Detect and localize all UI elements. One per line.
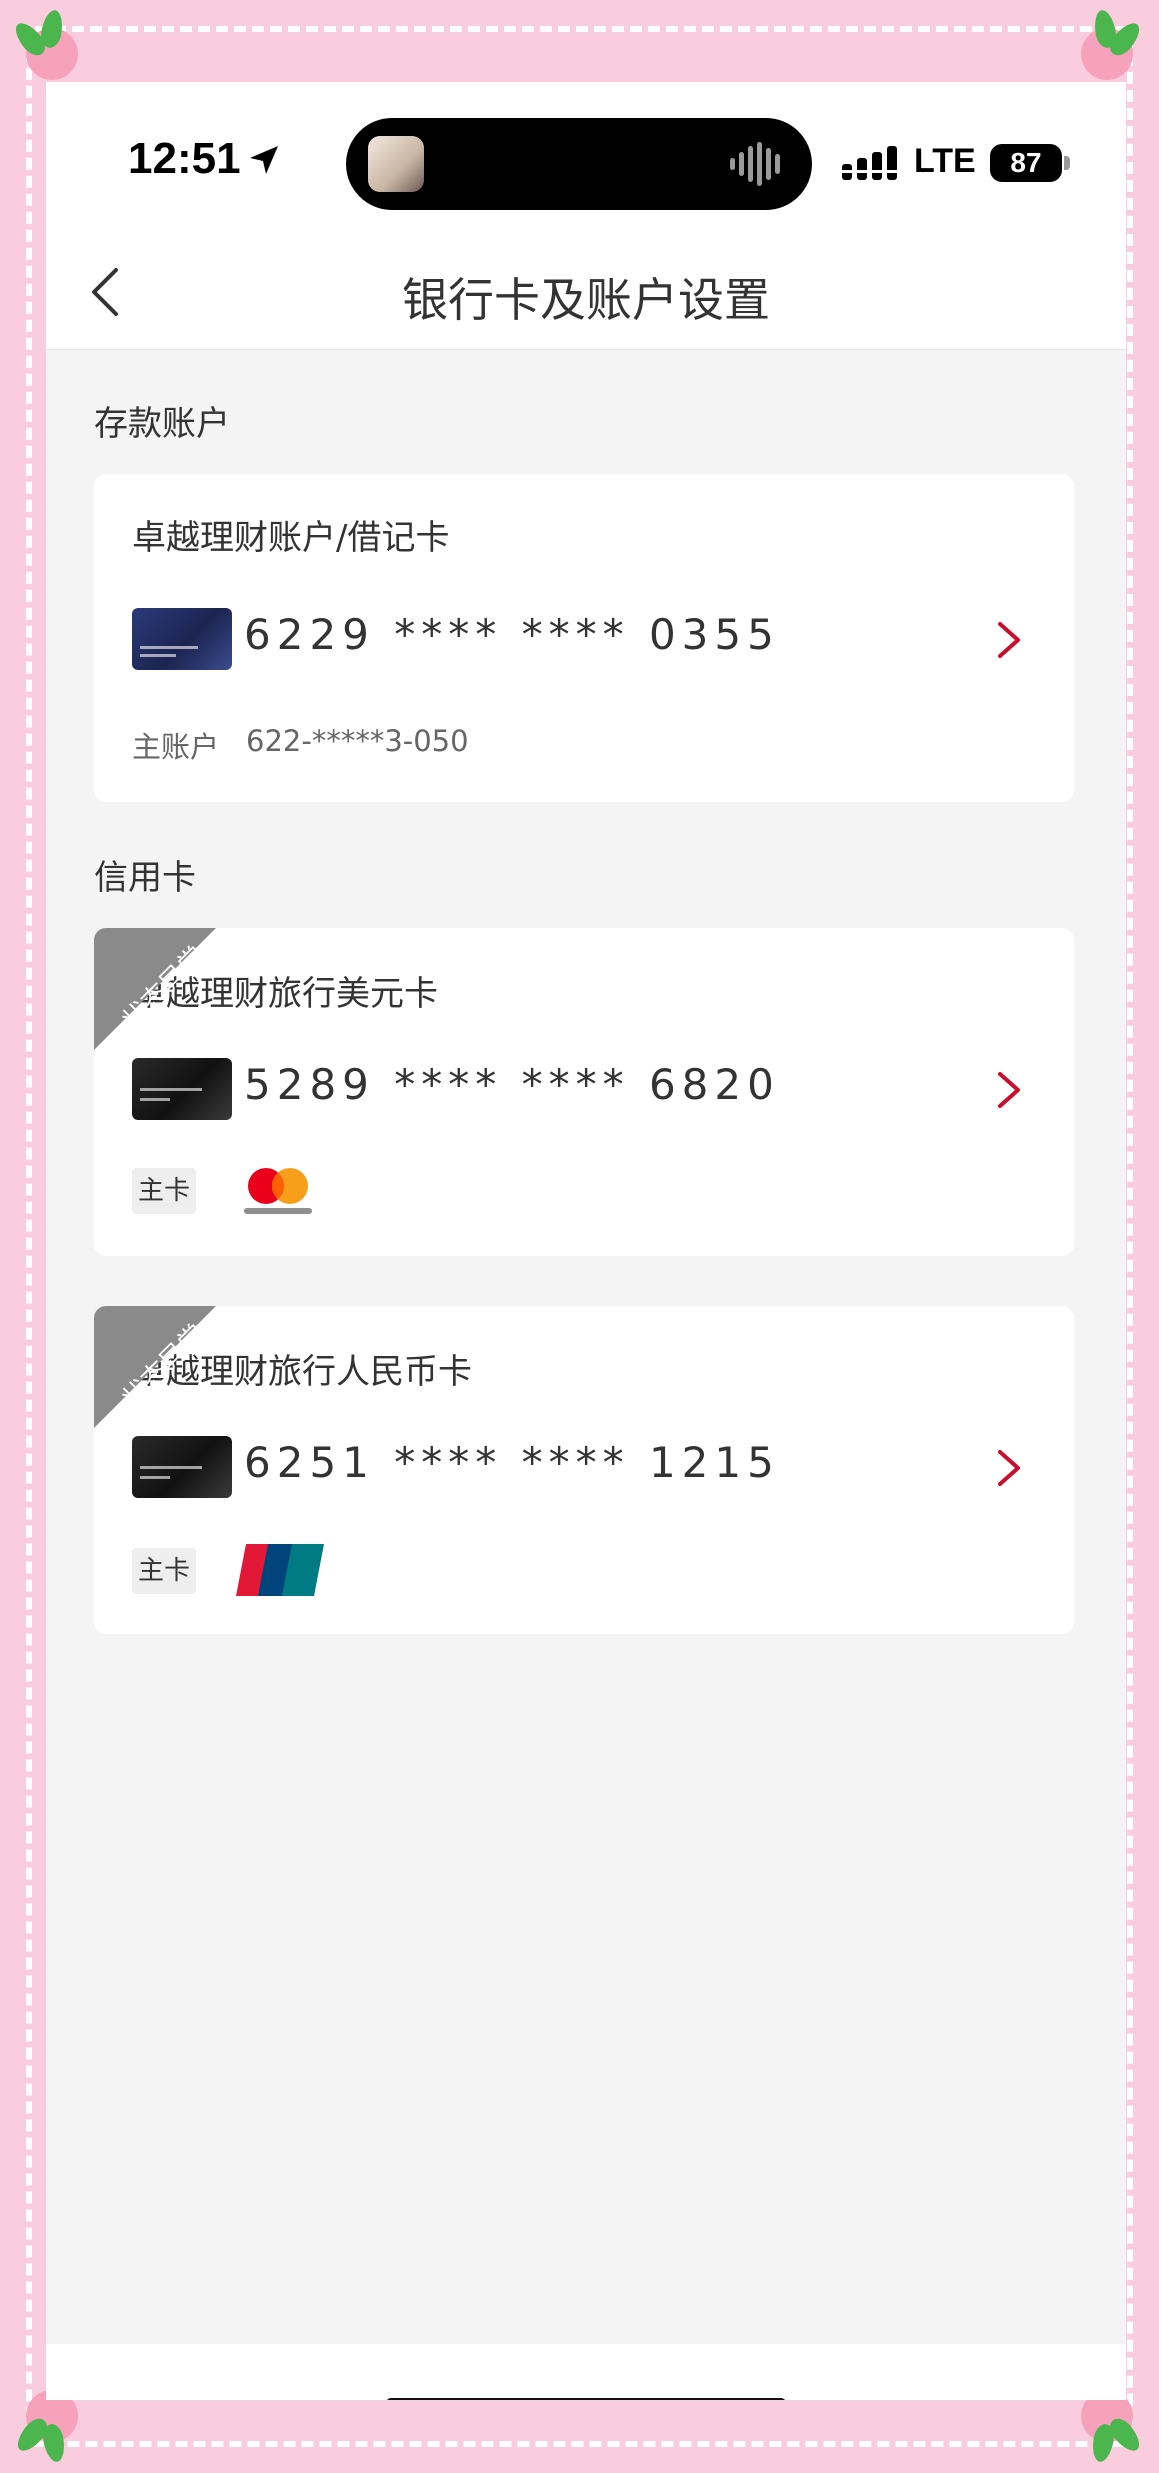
credit-card-thumbnail — [132, 1058, 232, 1120]
savings-account-card[interactable]: 卓越理财账户/借记卡 6229 **** **** 0355 主账户 622-*… — [94, 474, 1074, 802]
card-number: 6229 **** **** 0355 — [244, 610, 780, 659]
status-time: 12:51 — [128, 134, 241, 183]
strawberry-corner-icon — [1075, 2390, 1145, 2464]
savings-section-label: 存款账户 — [94, 404, 230, 444]
card-number: 6251 **** **** 1215 — [244, 1438, 780, 1487]
credit-section-label: 信用卡 — [94, 858, 196, 898]
primary-card-badge: 主卡 — [132, 1548, 196, 1594]
strawberry-corner-icon — [12, 2390, 84, 2464]
album-art-thumbnail — [368, 136, 424, 192]
unionpay-logo-icon — [236, 1544, 324, 1596]
audio-waveform-icon — [730, 142, 780, 186]
status-bar: 12:51 LTE 87 — [46, 82, 1126, 232]
page-title: 银行卡及账户设置 — [402, 273, 770, 327]
account-number: 622-*****3-050 — [246, 724, 469, 758]
navigation-bar: 银行卡及账户设置 — [46, 232, 1126, 350]
battery-indicator: 87 — [990, 144, 1062, 182]
home-indicator[interactable] — [386, 2398, 786, 2400]
battery-tip-icon — [1064, 156, 1070, 170]
mastercard-logo-icon — [244, 1168, 312, 1214]
strawberry-corner-icon — [1075, 8, 1145, 84]
location-arrow-icon — [250, 146, 278, 174]
card-number: 5289 **** **** 6820 — [244, 1060, 780, 1109]
credit-card-thumbnail — [132, 1436, 232, 1498]
cellular-signal-icon — [842, 146, 897, 180]
dynamic-island[interactable] — [346, 118, 812, 210]
phone-screen: 12:51 LTE 87 银行卡及账户设置 存款账户 卓越理财账户/借记卡 62… — [46, 82, 1126, 2400]
chevron-right-icon — [998, 1450, 1020, 1486]
home-indicator-area — [46, 2344, 1126, 2400]
card-title: 卓越理财账户/借记卡 — [132, 518, 450, 558]
account-type-label: 主账户 — [132, 730, 220, 764]
credit-card-cny[interactable]: 卓越理财旅行人民币卡 状态异常 6251 **** **** 1215 主卡 — [94, 1306, 1074, 1634]
chevron-right-icon — [998, 1072, 1020, 1108]
debit-card-thumbnail — [132, 608, 232, 670]
network-type: LTE — [914, 142, 976, 180]
primary-card-badge: 主卡 — [132, 1168, 196, 1214]
strawberry-corner-icon — [10, 8, 84, 84]
credit-card-usd[interactable]: 卓越理财旅行美元卡 状态异常 5289 **** **** 6820 主卡 — [94, 928, 1074, 1256]
chevron-right-icon — [998, 622, 1020, 658]
